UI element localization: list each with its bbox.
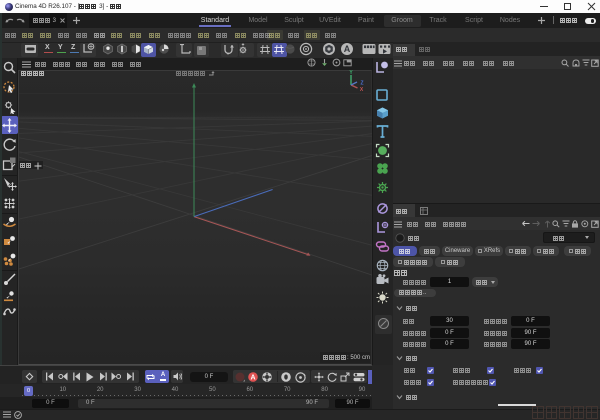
- svg-text:A: A: [250, 374, 255, 381]
- svg-text:A: A: [344, 44, 351, 54]
- svg-text:Y: Y: [349, 70, 353, 76]
- svg-text:X: X: [360, 87, 364, 92]
- svg-text:Z: Z: [360, 81, 363, 87]
